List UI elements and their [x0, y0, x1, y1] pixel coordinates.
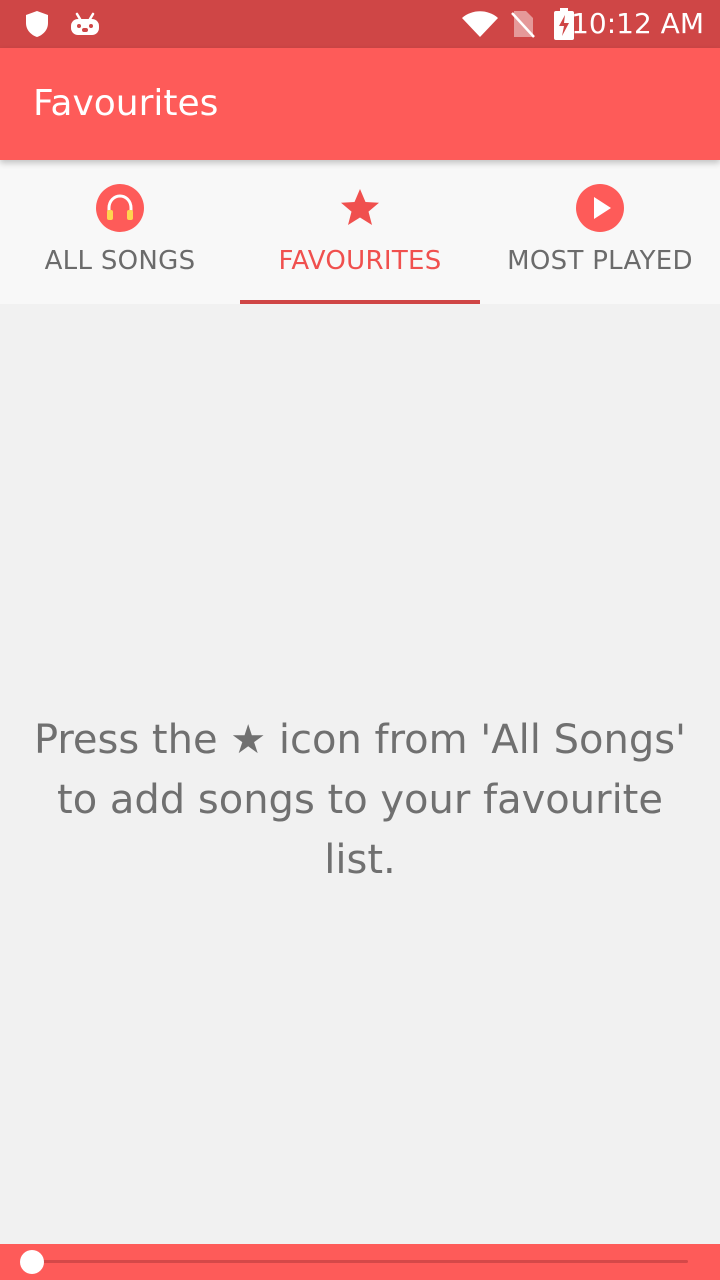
status-bar: 10:12 AM	[0, 0, 720, 48]
shield-icon	[22, 0, 52, 48]
tab-bar: ALL SONGS FAVOURITES MOST PLAYED	[0, 160, 720, 304]
tab-most-played[interactable]: MOST PLAYED	[480, 160, 720, 304]
tab-favourites[interactable]: FAVOURITES	[240, 160, 480, 304]
tab-most-played-label: MOST PLAYED	[507, 246, 693, 276]
wifi-icon	[460, 0, 500, 48]
seek-bar-track[interactable]	[32, 1260, 688, 1263]
page-title: Favourites	[33, 83, 219, 124]
no-sim-icon	[508, 0, 538, 48]
empty-state-message: Press the ★ icon from 'All Songs' to add…	[33, 717, 687, 883]
tab-all-songs[interactable]: ALL SONGS	[0, 160, 240, 304]
play-circle-icon	[480, 183, 720, 233]
star-icon	[240, 183, 480, 233]
app-bar: Favourites	[0, 48, 720, 160]
favourites-list: Press the ★ icon from 'All Songs' to add…	[0, 304, 720, 1244]
tab-all-songs-label: ALL SONGS	[44, 246, 196, 276]
android-debug-icon	[68, 0, 102, 48]
headphones-icon	[0, 183, 240, 233]
tab-favourites-label: FAVOURITES	[278, 246, 442, 276]
status-time: 10:12 AM	[571, 7, 704, 40]
seek-bar-thumb[interactable]	[20, 1250, 44, 1274]
player-bar	[0, 1244, 720, 1280]
